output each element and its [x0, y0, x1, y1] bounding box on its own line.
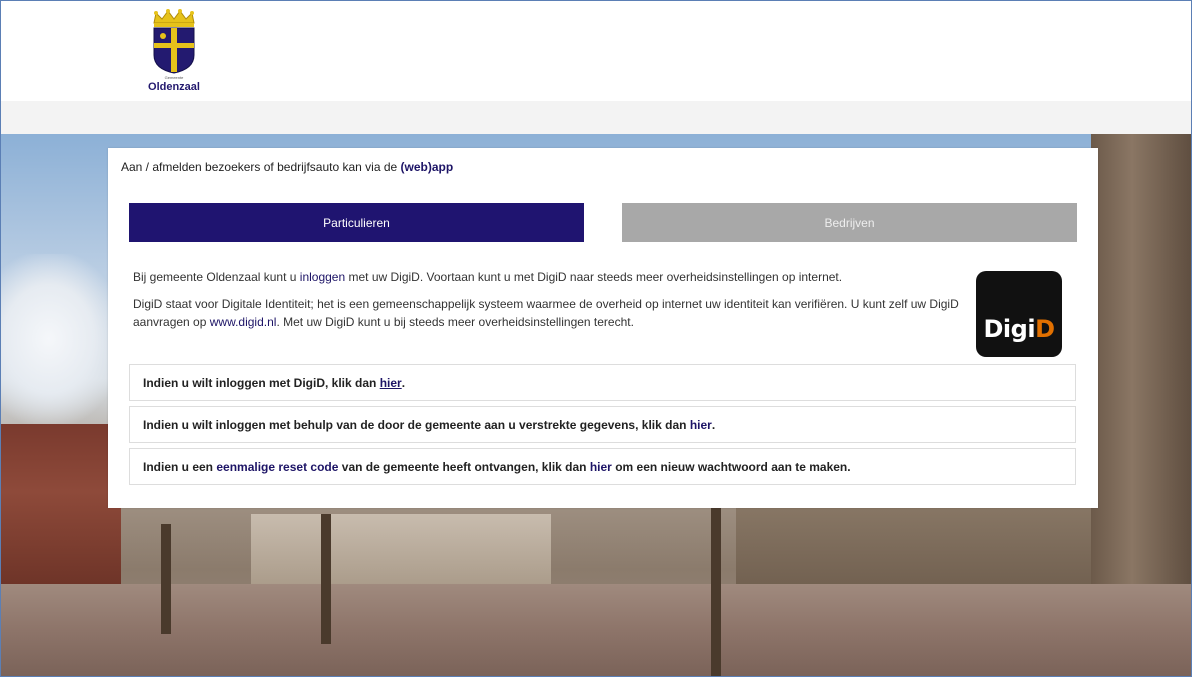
reset-password-link[interactable]: hier [590, 460, 612, 474]
cloud [1, 254, 121, 424]
login-panel: Aan / afmelden bezoekers of bedrijfsauto… [108, 148, 1098, 508]
page-frame: Gemeente Oldenzaal Aan / afmelden bezoek… [0, 0, 1192, 677]
houses-left [1, 424, 121, 594]
site-header: Gemeente Oldenzaal [1, 1, 1191, 101]
tree-trunk [711, 504, 721, 676]
houses-middle [251, 514, 551, 594]
intro-text-segment: Bij gemeente Oldenzaal kunt u [133, 270, 300, 284]
digid-logo-part: D [1035, 315, 1055, 343]
webapp-notice: Aan / afmelden bezoekers of bedrijfsauto… [121, 160, 453, 174]
reset-code-link[interactable]: eenmalige reset code [216, 460, 338, 474]
navigation-bar [1, 101, 1191, 134]
option-text: om een nieuw wachtwoord aan te maken. [615, 459, 851, 474]
option-text: Indien u een [143, 459, 214, 474]
webapp-link[interactable]: (web)app [401, 160, 454, 174]
tree-trunk [161, 524, 171, 634]
intro-text: Bij gemeente Oldenzaal kunt u inloggen m… [133, 268, 973, 340]
municipal-login-link[interactable]: hier [690, 418, 712, 432]
oldenzaal-logo[interactable]: Gemeente Oldenzaal [144, 9, 204, 95]
option-reset-code: Indien u een eenmalige reset code van de… [129, 448, 1076, 485]
tab-bedrijven[interactable]: Bedrijven [622, 203, 1077, 242]
tree-trunk [321, 514, 331, 644]
option-digid-login: Indien u wilt inloggen met DigiD, klik d… [129, 364, 1076, 401]
digid-login-link[interactable]: hier [380, 376, 402, 390]
option-text: . [401, 375, 406, 390]
church-tower [1091, 134, 1191, 604]
option-text: Indien u wilt inloggen met behulp van de… [143, 417, 687, 432]
option-text: van de gemeente heeft ontvangen, klik da… [341, 459, 587, 474]
digid-logo: Digi D [976, 271, 1062, 357]
digid-website-link[interactable]: www.digid.nl [210, 315, 277, 329]
logo-subtitle: Gemeente [164, 75, 184, 80]
option-municipal-login: Indien u wilt inloggen met behulp van de… [129, 406, 1076, 443]
option-text: Indien u wilt inloggen met DigiD, klik d… [143, 375, 377, 390]
notice-text: Aan / afmelden bezoekers of bedrijfsauto… [121, 160, 401, 174]
intro-text-segment: met uw DigiD. Voortaan kunt u met DigiD … [345, 270, 843, 284]
town-square-pavement [1, 584, 1191, 676]
coat-of-arms-icon [153, 9, 195, 74]
tab-particulieren[interactable]: Particulieren [129, 203, 584, 242]
intro-text-segment: . Met uw DigiD kunt u bij steeds meer ov… [276, 315, 634, 329]
digid-logo-part: Digi [983, 315, 1036, 343]
option-text: . [711, 417, 716, 432]
intro-paragraph-2: DigiD staat voor Digitale Identiteit; he… [133, 295, 973, 331]
inloggen-link[interactable]: inloggen [300, 270, 345, 284]
intro-paragraph-1: Bij gemeente Oldenzaal kunt u inloggen m… [133, 268, 973, 286]
logo-town-name: Oldenzaal [148, 81, 200, 93]
